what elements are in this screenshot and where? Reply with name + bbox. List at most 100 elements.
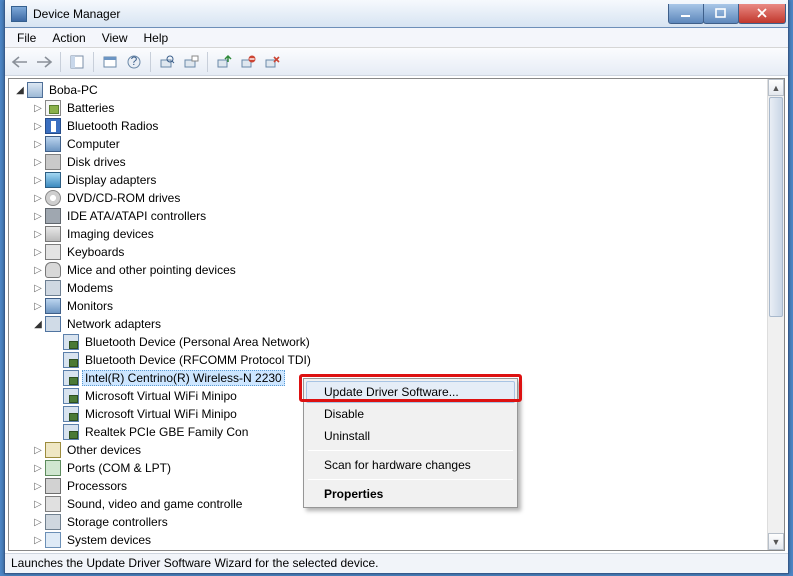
- tree-category[interactable]: ▷ Disk drives: [9, 153, 784, 171]
- tree-node-label: Keyboards: [64, 244, 127, 260]
- properties-toolbar-button[interactable]: [99, 51, 121, 73]
- expand-icon[interactable]: ▷: [31, 463, 45, 474]
- tree-category[interactable]: ▷ Bluetooth Radios: [9, 117, 784, 135]
- context-menu-item[interactable]: Update Driver Software...: [306, 381, 515, 403]
- expand-icon[interactable]: ▷: [31, 157, 45, 168]
- expand-icon[interactable]: ▷: [31, 535, 45, 546]
- expand-icon[interactable]: ▷: [31, 139, 45, 150]
- device-icon: [45, 100, 61, 116]
- expand-icon[interactable]: ▷: [31, 247, 45, 258]
- tree-device[interactable]: ▷Bluetooth Device (Personal Area Network…: [9, 333, 784, 351]
- toolbar-separator: [150, 52, 151, 72]
- tree-category[interactable]: ▷Monitors: [9, 297, 784, 315]
- svg-text:?: ?: [131, 54, 138, 68]
- device-icon: [45, 136, 61, 152]
- expand-icon[interactable]: ▷: [31, 301, 45, 312]
- tree-node-label: Bluetooth Radios: [64, 118, 161, 134]
- device-icon: [27, 82, 43, 98]
- disable-toolbar-button[interactable]: [237, 51, 259, 73]
- device-icon: [45, 280, 61, 296]
- uninstall-toolbar-button[interactable]: [261, 51, 283, 73]
- vertical-scrollbar[interactable]: ▲ ▼: [767, 79, 784, 550]
- collapse-icon[interactable]: ◢: [31, 319, 45, 330]
- menu-file[interactable]: File: [9, 29, 44, 47]
- expand-icon[interactable]: ▷: [31, 121, 45, 132]
- device-icon: [45, 190, 61, 206]
- menu-action[interactable]: Action: [44, 29, 93, 47]
- minimize-button[interactable]: [668, 4, 704, 24]
- context-menu-item[interactable]: Uninstall: [306, 425, 515, 447]
- expand-icon[interactable]: ▷: [31, 499, 45, 510]
- tree-node-label: Imaging devices: [64, 226, 157, 242]
- collapse-icon[interactable]: ◢: [13, 85, 27, 96]
- maximize-button[interactable]: [703, 4, 739, 24]
- tree-node-label: Storage controllers: [64, 514, 171, 530]
- forward-button[interactable]: [33, 51, 55, 73]
- context-menu: Update Driver Software...DisableUninstal…: [303, 378, 518, 508]
- expand-icon[interactable]: ▷: [31, 175, 45, 186]
- scroll-up-button[interactable]: ▲: [768, 79, 784, 96]
- expand-icon[interactable]: ▷: [31, 517, 45, 528]
- scroll-thumb[interactable]: [769, 97, 783, 317]
- tree-node-label: Network adapters: [64, 316, 164, 332]
- tree-category[interactable]: ◢ Network adapters: [9, 315, 784, 333]
- device-icon: [45, 532, 61, 548]
- tree-category[interactable]: ▷Batteries: [9, 99, 784, 117]
- context-menu-item[interactable]: Disable: [306, 403, 515, 425]
- window-buttons: [669, 4, 786, 24]
- toolbar-separator: [207, 52, 208, 72]
- device-icon: [45, 172, 61, 188]
- help-toolbar-button[interactable]: ?: [123, 51, 145, 73]
- tree-node-label: Bluetooth Device (Personal Area Network): [82, 334, 313, 350]
- context-menu-item[interactable]: Properties: [306, 483, 515, 505]
- tree-category[interactable]: ▷Modems: [9, 279, 784, 297]
- update-driver-toolbar-button[interactable]: [213, 51, 235, 73]
- expand-icon[interactable]: ▷: [31, 265, 45, 276]
- tree-category[interactable]: ▷ Mice and other pointing devices: [9, 261, 784, 279]
- tree-category[interactable]: ▷ Imaging devices: [9, 225, 784, 243]
- expand-icon[interactable]: ▷: [31, 283, 45, 294]
- tree-device[interactable]: ▷Bluetooth Device (RFCOMM Protocol TDI): [9, 351, 784, 369]
- expand-icon[interactable]: ▷: [31, 193, 45, 204]
- device-icon: [45, 244, 61, 260]
- tree-root[interactable]: ◢Boba-PC: [9, 81, 784, 99]
- tree-category[interactable]: ▷ Storage controllers: [9, 513, 784, 531]
- menu-view[interactable]: View: [94, 29, 136, 47]
- device-icon: [63, 334, 79, 350]
- device-icon: [45, 226, 61, 242]
- tree-category[interactable]: ▷DVD/CD-ROM drives: [9, 189, 784, 207]
- context-menu-item[interactable]: Scan for hardware changes: [306, 454, 515, 476]
- add-legacy-hardware-button[interactable]: [180, 51, 202, 73]
- expand-icon[interactable]: ▷: [31, 229, 45, 240]
- show-hide-tree-button[interactable]: [66, 51, 88, 73]
- statusbar: Launches the Update Driver Software Wiza…: [5, 553, 788, 573]
- back-button[interactable]: [9, 51, 31, 73]
- tree-category[interactable]: ▷Computer: [9, 135, 784, 153]
- tree-node-label: Microsoft Virtual WiFi Minipo: [82, 388, 240, 404]
- device-icon: [45, 442, 61, 458]
- tree-category[interactable]: ▷ Keyboards: [9, 243, 784, 261]
- toolbar-separator: [93, 52, 94, 72]
- scan-hardware-toolbar-button[interactable]: [156, 51, 178, 73]
- tree-node-label: Realtek PCIe GBE Family Con: [82, 424, 251, 440]
- menubar: File Action View Help: [5, 28, 788, 48]
- device-icon: [45, 316, 61, 332]
- expand-icon[interactable]: ▷: [31, 103, 45, 114]
- device-icon: [63, 352, 79, 368]
- context-menu-separator: [308, 479, 513, 480]
- expand-icon[interactable]: ▷: [31, 445, 45, 456]
- close-button[interactable]: [738, 4, 786, 24]
- menu-help[interactable]: Help: [136, 29, 177, 47]
- tree-category[interactable]: ▷System devices: [9, 531, 784, 549]
- toolbar-separator: [60, 52, 61, 72]
- tree-category[interactable]: ▷IDE ATA/ATAPI controllers: [9, 207, 784, 225]
- tree-node-label: Display adapters: [64, 172, 159, 188]
- scroll-down-button[interactable]: ▼: [768, 533, 784, 550]
- expand-icon[interactable]: ▷: [31, 481, 45, 492]
- expand-icon[interactable]: ▷: [31, 211, 45, 222]
- device-icon: [45, 118, 61, 134]
- tree-category[interactable]: ▷ Display adapters: [9, 171, 784, 189]
- tree-node-label: Disk drives: [64, 154, 129, 170]
- tree-node-label: Mice and other pointing devices: [64, 262, 239, 278]
- titlebar[interactable]: Device Manager: [5, 0, 788, 28]
